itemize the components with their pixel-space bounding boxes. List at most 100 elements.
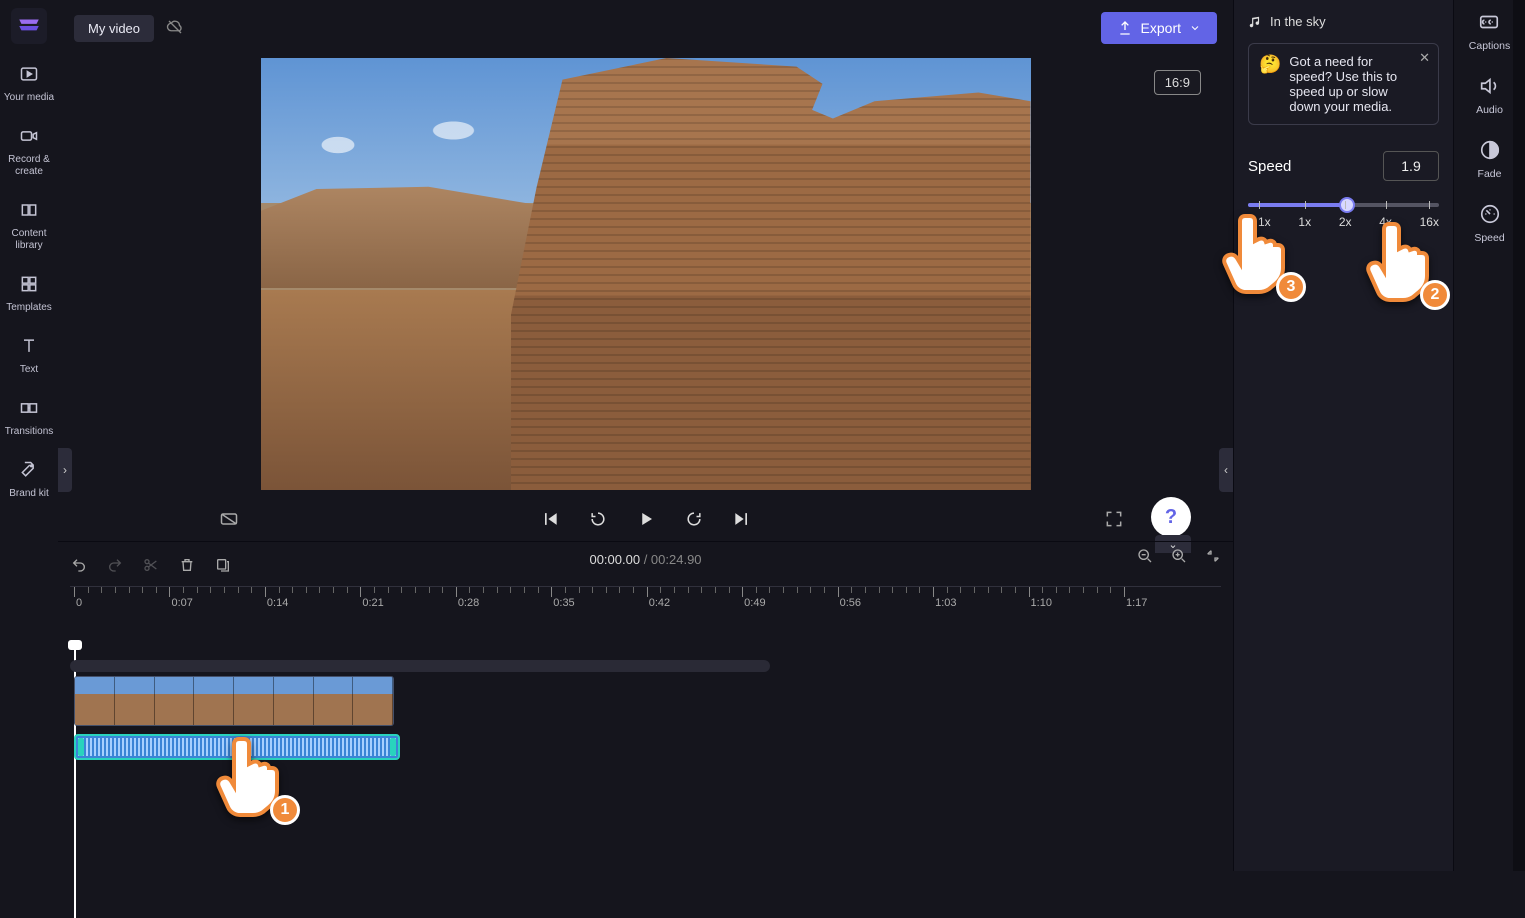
nav-your-media[interactable]: Your media <box>2 62 56 104</box>
speed-slider[interactable]: 0.1x 1x 2x 4x 16x <box>1248 203 1439 229</box>
tab-captions[interactable]: Captions <box>1469 10 1510 52</box>
library-icon <box>17 198 41 222</box>
nav-record-create[interactable]: Record & create <box>2 124 56 178</box>
export-label: Export <box>1141 20 1181 36</box>
audio-icon <box>1477 74 1501 98</box>
close-tip-button[interactable]: ✕ <box>1419 50 1430 66</box>
duration: 00:24.90 <box>651 552 702 567</box>
preview-canvas[interactable] <box>261 58 1031 490</box>
split-button[interactable] <box>142 556 160 574</box>
play-button[interactable] <box>635 508 657 530</box>
nav-label: Transitions <box>5 426 54 438</box>
tip-text: Got a need for speed? Use this to speed … <box>1289 54 1410 114</box>
clip-handle-left[interactable] <box>78 738 84 756</box>
timeline-scrollbar[interactable] <box>70 660 770 672</box>
hide-preview-icon[interactable] <box>218 508 240 530</box>
aspect-ratio-button[interactable]: 16:9 <box>1154 70 1201 95</box>
transitions-icon <box>17 396 41 420</box>
timeline-time: 00:00.00 / 00:24.90 <box>589 552 701 567</box>
nav-label: Text <box>20 364 38 376</box>
delete-button[interactable] <box>178 556 196 574</box>
ruler-tick: 0:14 <box>265 587 286 599</box>
fade-icon <box>1478 138 1502 162</box>
media-icon <box>17 62 41 86</box>
ruler-tick: 0:28 <box>456 587 477 599</box>
slider-mark: 4x <box>1379 215 1392 229</box>
project-title[interactable]: My video <box>74 15 154 42</box>
timeline-panel: 00:00.00 / 00:24.90 0 0:07 0:14 0:21 0:28 0:3… <box>58 541 1233 871</box>
nav-transitions[interactable]: Transitions <box>2 396 56 438</box>
left-rail: Your media Record & create Content libra… <box>0 0 58 871</box>
upload-icon <box>1117 20 1133 36</box>
current-time: 00:00.00 <box>589 552 640 567</box>
fit-timeline-button[interactable] <box>1205 548 1221 567</box>
ruler-tick: 0:21 <box>360 587 381 599</box>
nav-text[interactable]: Text <box>2 334 56 376</box>
ruler-tick: 1:03 <box>933 587 954 599</box>
ruler-tick: 0:42 <box>647 587 668 599</box>
nav-label: Content library <box>2 228 56 252</box>
skip-forward-button[interactable] <box>731 508 753 530</box>
track-name: In the sky <box>1270 14 1326 29</box>
tip-card: 🤔 Got a need for speed? Use this to spee… <box>1248 43 1439 125</box>
ruler-tick: 1:17 <box>1124 587 1145 599</box>
nav-label: Brand kit <box>9 488 48 500</box>
captions-icon <box>1477 10 1501 34</box>
forward-button[interactable] <box>683 508 705 530</box>
slider-mark: 2x <box>1339 215 1352 229</box>
undo-button[interactable] <box>70 556 88 574</box>
slider-mark: 1x <box>1298 215 1311 229</box>
ruler-tick: 0:56 <box>838 587 859 599</box>
export-button[interactable]: Export <box>1101 12 1217 44</box>
cloud-sync-icon[interactable] <box>166 18 184 39</box>
ruler-tick: 0:07 <box>169 587 190 599</box>
thinking-emoji-icon: 🤔 <box>1259 54 1281 114</box>
tab-fade[interactable]: Fade <box>1478 138 1502 180</box>
preview-area: › ‹ 16:9 ? ⌄ <box>58 56 1233 541</box>
window-scrollbar[interactable] <box>1513 0 1525 871</box>
tab-audio[interactable]: Audio <box>1476 74 1503 116</box>
tab-label: Speed <box>1474 232 1504 244</box>
nav-label: Templates <box>6 302 52 314</box>
properties-panel: In the sky 🤔 Got a need for speed? Use t… <box>1233 0 1453 871</box>
tab-speed[interactable]: Speed <box>1474 202 1504 244</box>
ruler-tick: 1:10 <box>1029 587 1050 599</box>
slider-mark: 16x <box>1420 215 1439 229</box>
templates-icon <box>17 272 41 296</box>
nav-content-library[interactable]: Content library <box>2 198 56 252</box>
help-button[interactable]: ? <box>1151 497 1191 537</box>
tab-label: Audio <box>1476 104 1503 116</box>
fullscreen-button[interactable] <box>1103 508 1125 530</box>
record-icon <box>17 124 41 148</box>
ruler-tick: 0:49 <box>742 587 763 599</box>
audio-track-label: In the sky <box>1248 10 1439 43</box>
tab-label: Captions <box>1469 40 1510 52</box>
slider-thumb[interactable] <box>1339 197 1355 213</box>
speed-input[interactable] <box>1383 151 1439 181</box>
audio-clip[interactable] <box>74 734 400 760</box>
music-note-icon <box>1248 15 1262 29</box>
zoom-out-button[interactable] <box>1137 548 1153 567</box>
app-logo <box>11 8 47 44</box>
zoom-in-button[interactable] <box>1171 548 1187 567</box>
brand-icon <box>17 458 41 482</box>
nav-label: Your media <box>4 92 54 104</box>
tab-label: Fade <box>1478 168 1502 180</box>
ruler-tick: 0:35 <box>551 587 572 599</box>
timeline-ruler[interactable]: 0 0:07 0:14 0:21 0:28 0:35 0:42 0:49 0:56 1:03 1:1… <box>70 586 1221 614</box>
speed-icon <box>1478 202 1502 226</box>
chevron-down-icon <box>1189 22 1201 34</box>
duplicate-button[interactable] <box>214 556 232 574</box>
slider-mark: 0.1x <box>1248 215 1271 229</box>
rewind-button[interactable] <box>587 508 609 530</box>
redo-button[interactable] <box>106 556 124 574</box>
main-area: My video Export › ‹ 16:9 <box>58 0 1233 871</box>
speed-label: Speed <box>1248 158 1291 175</box>
ruler-tick: 0 <box>74 587 80 599</box>
nav-label: Record & create <box>2 154 56 178</box>
video-clip[interactable] <box>74 676 394 726</box>
clip-handle-right[interactable] <box>390 738 396 756</box>
nav-templates[interactable]: Templates <box>2 272 56 314</box>
nav-brand-kit[interactable]: Brand kit <box>2 458 56 500</box>
skip-back-button[interactable] <box>539 508 561 530</box>
